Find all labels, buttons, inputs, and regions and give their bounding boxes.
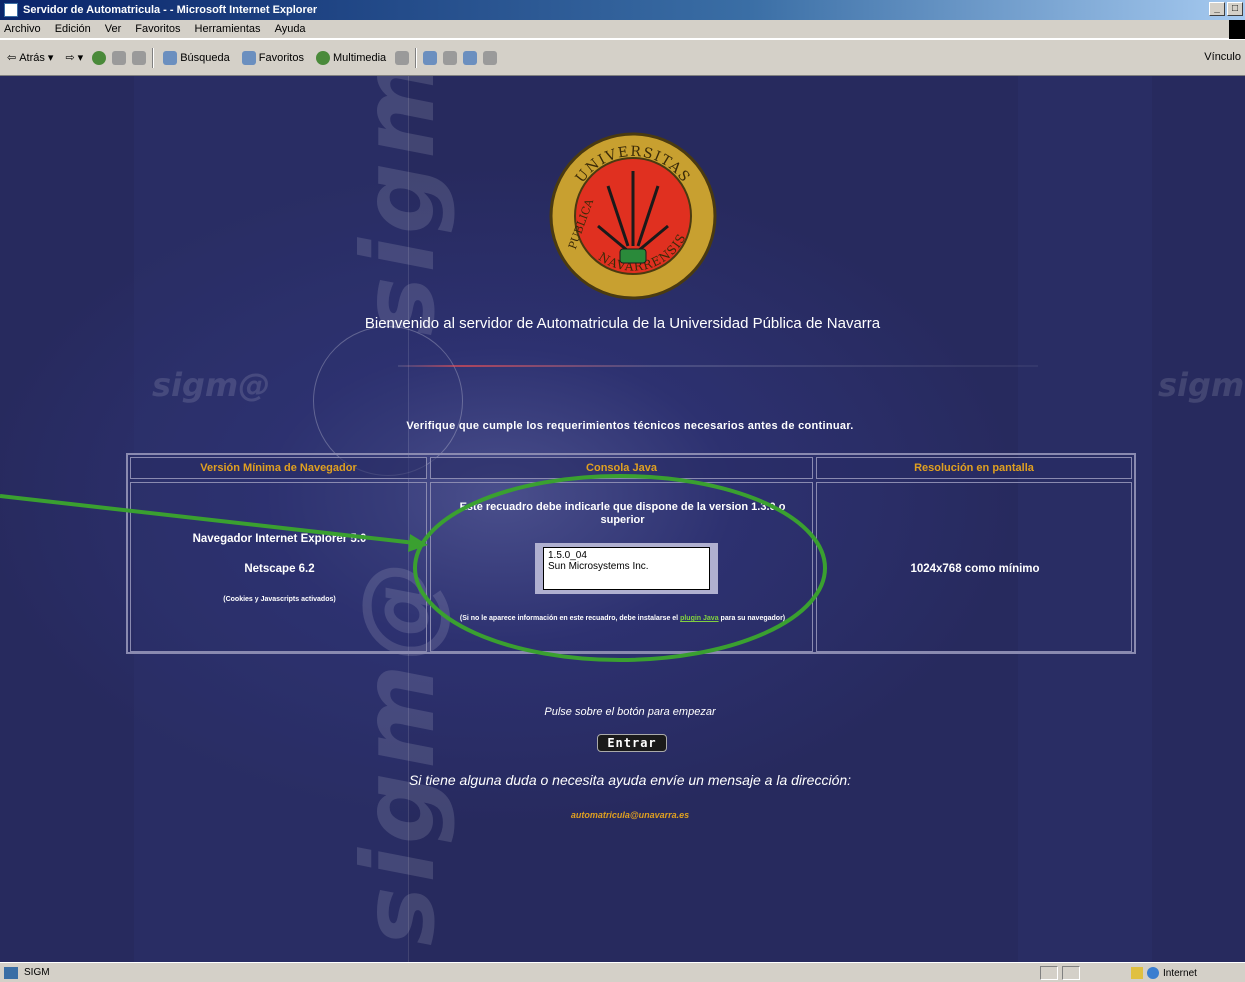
watermark-vertical-top: sigm@ [340,76,457,336]
favorites-icon [241,50,256,65]
java-note-text: (Si no le aparece información en este re… [459,615,679,622]
maximize-button[interactable]: □ [1227,2,1243,16]
favorites-label: Favoritos [258,51,304,64]
multimedia-label: Multimedia [332,51,387,64]
ie-app-icon [4,3,18,17]
discuss-icon[interactable] [483,50,498,65]
search-icon [163,50,178,65]
refresh-icon[interactable] [112,50,127,65]
header-java: Consola Java [430,457,813,479]
back-dropdown-icon[interactable]: ▾ [48,51,54,64]
help-email-link[interactable]: automatricula@unavarra.es [0,810,1245,820]
menu-herramientas[interactable]: Herramientas [195,23,261,35]
mail-icon[interactable] [423,50,438,65]
favorites-button[interactable]: Favoritos [239,47,307,69]
browser-netscape: Netscape 6.2 [244,563,315,575]
java-description: Este recuadro debe indicarle que dispone… [459,501,786,526]
java-cell: Este recuadro debe indicarle que dispone… [430,482,813,652]
search-label: Búsqueda [180,51,230,64]
java-note: (Si no le aparece información en este re… [441,614,804,624]
home-icon[interactable] [132,50,147,65]
decorative-code-text [398,359,1038,392]
java-applet: 1.5.0_04 Sun Microsystems Inc. [535,543,718,594]
menu-archivo[interactable]: Archivo [4,23,41,35]
press-hint: Pulse sobre el botón para empezar [544,706,716,718]
lock-icon [1131,967,1143,979]
watermark-right: sigm@ [1158,366,1245,404]
back-label: Atrás [19,51,45,64]
verify-requirements-text: Verifique que cumple los requerimientos … [406,420,854,432]
browser-cell: Navegador Internet Explorer 5.0 Netscape… [130,482,427,652]
minimize-button[interactable]: _ [1209,2,1225,16]
status-panel [1062,966,1080,980]
forward-arrow-icon: ⇨ [65,52,75,64]
enter-button[interactable]: Entrar [597,734,667,752]
university-seal-logo: UNIVERSITAS NAVARRENSIS PUBLICA [549,132,717,300]
status-bar: SIGM Internet [0,962,1245,982]
header-browser: Versión Mínima de Navegador [130,457,427,479]
resolution-cell: 1024x768 como mínimo [816,482,1132,652]
forward-button[interactable]: ⇨ ▾ [62,47,86,69]
header-resolution: Resolución en pantalla [816,457,1132,479]
search-button[interactable]: Búsqueda [160,47,233,69]
java-applet-box: 1.5.0_04 Sun Microsystems Inc. [543,547,710,590]
menu-edicion[interactable]: Edición [55,23,91,35]
window-controls: _ □ [1209,2,1243,16]
java-vendor: Sun Microsystems Inc. [548,561,649,572]
multimedia-icon [315,50,330,65]
globe-icon [1147,967,1159,979]
history-icon[interactable] [395,50,410,65]
status-panel [1040,966,1058,980]
ie-throbber-icon [1229,20,1245,39]
menu-favoritos[interactable]: Favoritos [135,23,180,35]
standard-toolbar: ⇦ Atrás ▾ ⇨ ▾ Búsqueda Favoritos Multime… [0,40,1245,76]
print-icon[interactable] [443,50,458,65]
forward-dropdown-icon[interactable]: ▾ [78,51,84,64]
watermark-left: sigm@ [152,366,271,404]
links-label[interactable]: Vínculo [1204,51,1241,63]
browser-ie: Navegador Internet Explorer 5.0 [192,533,367,545]
status-text: SIGM [24,967,50,978]
edit-icon[interactable] [463,50,478,65]
browser-note: (Cookies y Javascripts activados) [223,596,336,603]
toolbar-separator [152,47,155,68]
seal-base-icon [619,248,647,264]
menu-ayuda[interactable]: Ayuda [275,23,306,35]
java-plugin-link[interactable]: plugin Java [680,615,719,622]
back-button[interactable]: ⇦ Atrás ▾ [4,47,56,69]
help-message: Si tiene alguna duda o necesita ayuda en… [408,772,852,788]
toolbar-separator [415,47,418,68]
stop-icon[interactable] [92,50,107,65]
menu-ver[interactable]: Ver [105,23,122,35]
requirements-table: Versión Mínima de Navegador Consola Java… [126,453,1136,654]
security-zone: Internet [1131,966,1241,980]
back-arrow-icon: ⇦ [7,52,17,64]
welcome-heading: Bienvenido al servidor de Automatricula … [364,315,881,332]
zone-label: Internet [1163,967,1197,979]
menu-bar: Archivo Edición Ver Favoritos Herramient… [0,20,1245,39]
java-version: 1.5.0_04 [548,550,587,561]
window-title-bar: Servidor de Automatricula - - Microsoft … [0,0,1245,20]
page-status-icon [4,966,18,979]
resolution-value: 1024x768 como mínimo [910,563,1040,575]
page-content: sigm@ sigm@ sigm@ sigm@ UNIVERSITAS NAVA… [0,76,1245,962]
multimedia-button[interactable]: Multimedia [313,47,389,69]
java-note-text-end: para su navegador) [720,615,786,622]
window-title: Servidor de Automatricula - - Microsoft … [23,4,318,16]
